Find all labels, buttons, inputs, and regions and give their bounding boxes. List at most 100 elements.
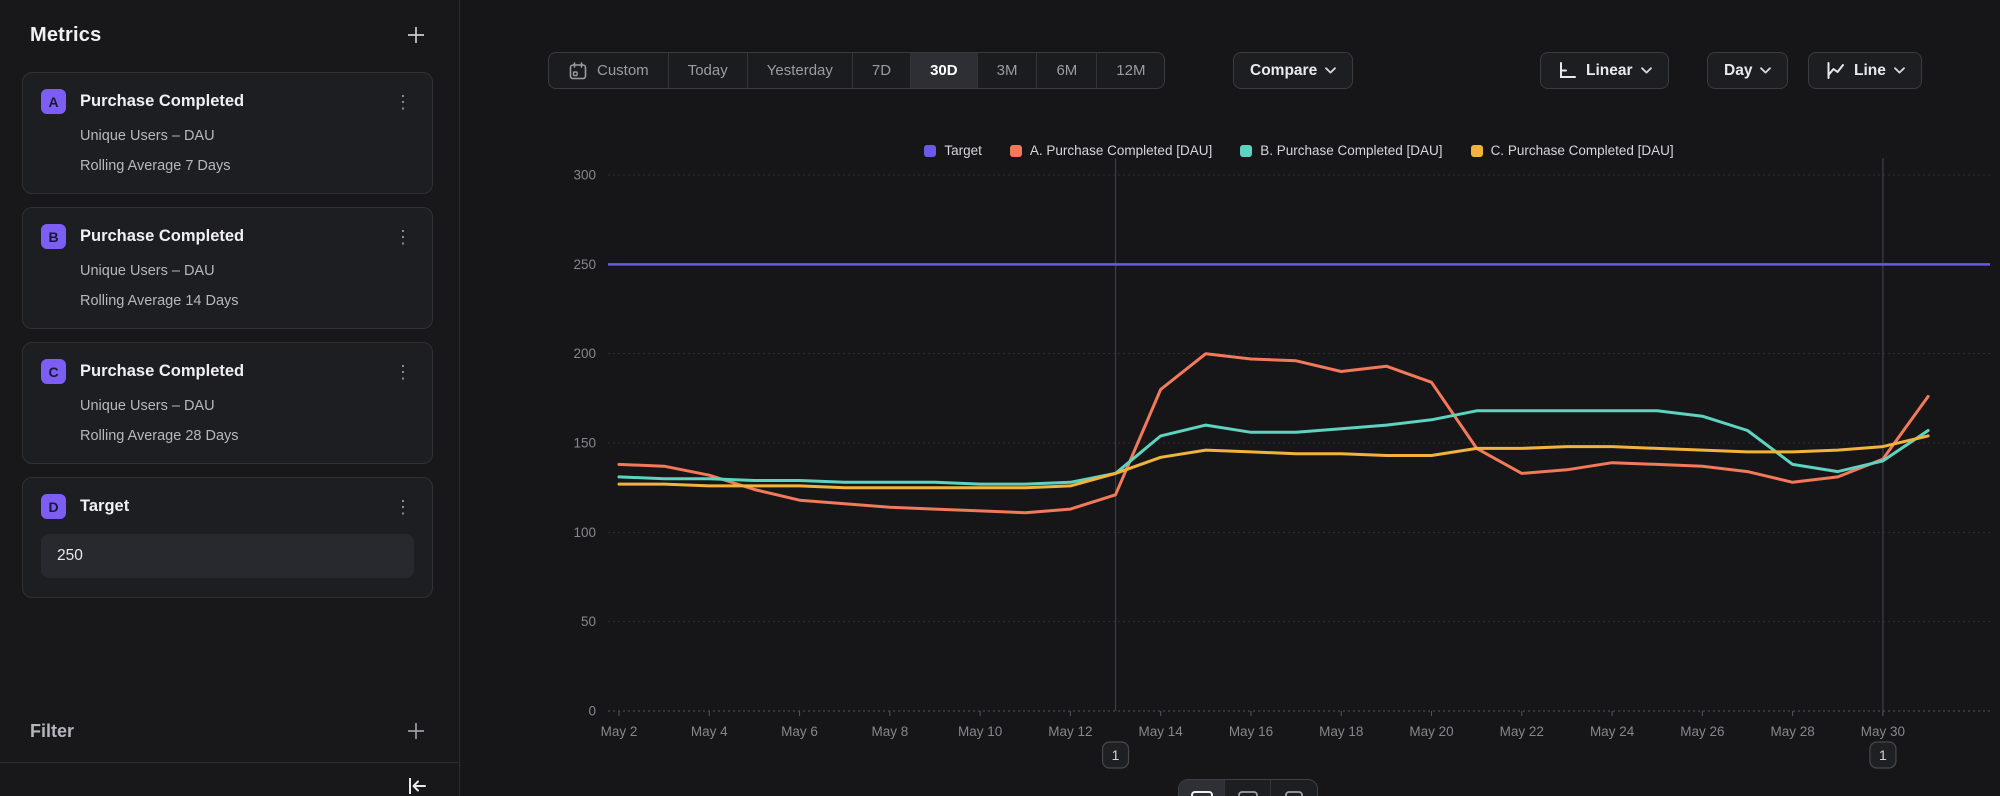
chevron-down-icon xyxy=(1894,67,1905,74)
chart-panel: Custom Today Yesterday 7D 30D 3M 6M 12M Compare… xyxy=(460,0,2000,796)
metric-card-header: A Purchase Completed ⋮ xyxy=(41,89,414,114)
compare-label: Compare xyxy=(1250,62,1317,80)
metric-options-button[interactable]: ⋮ xyxy=(392,365,414,379)
annotation-badge-may-13[interactable]: 1 xyxy=(1103,742,1129,768)
x-axis-label: May 30 xyxy=(1861,724,1905,739)
chart-view-toggle xyxy=(1178,779,1318,796)
date-range-label: 12M xyxy=(1116,62,1145,79)
annotation-badge-label: 1 xyxy=(1112,747,1120,763)
calendar-icon xyxy=(568,61,588,81)
date-range-label: Custom xyxy=(597,62,649,79)
series-line-b xyxy=(619,411,1928,484)
x-axis-label: May 26 xyxy=(1680,724,1724,739)
metric-card-header: C Purchase Completed ⋮ xyxy=(41,359,414,384)
kebab-icon: ⋮ xyxy=(394,497,412,517)
sidebar-title: Metrics xyxy=(30,24,101,47)
annotation-badge-label: 1 xyxy=(1879,747,1887,763)
x-axis-label: May 4 xyxy=(691,724,728,739)
target-value-input[interactable] xyxy=(41,534,414,578)
add-filter-button[interactable] xyxy=(403,718,429,744)
filter-section: Filter xyxy=(0,708,459,762)
chevron-down-icon xyxy=(1760,67,1771,74)
chart-type-button[interactable]: Line xyxy=(1808,52,1922,89)
date-range-label: Yesterday xyxy=(767,62,833,79)
sidebar-header: Metrics xyxy=(0,0,459,72)
x-axis-label: May 24 xyxy=(1590,724,1635,739)
metric-card-b[interactable]: BPurchase Completed⋮Unique Users – DAURo… xyxy=(22,207,433,329)
sidebar-footer xyxy=(0,762,459,796)
metric-badge: C xyxy=(41,359,66,384)
metric-card-header: B Purchase Completed ⋮ xyxy=(41,224,414,249)
view-toggle-table[interactable] xyxy=(1225,780,1271,796)
metric-measure: Unique Users – DAU xyxy=(80,398,414,414)
date-range-label: Today xyxy=(688,62,728,79)
metric-options-button[interactable]: ⋮ xyxy=(392,500,414,514)
plus-icon xyxy=(405,24,427,46)
kebab-icon: ⋮ xyxy=(394,362,412,382)
view-toggle-table-icon xyxy=(1236,790,1260,796)
metric-badge: A xyxy=(41,89,66,114)
metric-card-list: A Purchase Completed ⋮ Unique Users – DAU Ro… xyxy=(0,72,459,598)
date-range-label: 30D xyxy=(930,62,958,79)
kebab-icon: ⋮ xyxy=(394,92,412,112)
y-axis-label: 0 xyxy=(588,704,596,719)
metric-card-a[interactable]: A Purchase Completed ⋮ Unique Users – DAU Ro… xyxy=(22,72,433,194)
date-range-picker: Custom Today Yesterday 7D 30D 3M 6M 12M xyxy=(548,52,1165,89)
date-range-7d[interactable]: 7D xyxy=(853,53,911,88)
interval-selector-button[interactable]: Day xyxy=(1707,52,1788,89)
date-range-label: 6M xyxy=(1056,62,1077,79)
chevron-down-icon xyxy=(1325,67,1336,74)
y-axis-label: 300 xyxy=(573,168,596,183)
x-axis-label: May 6 xyxy=(781,724,818,739)
x-axis-label: May 28 xyxy=(1770,724,1814,739)
y-axis-label: 200 xyxy=(573,346,596,361)
date-range-30d[interactable]: 30D xyxy=(911,53,978,88)
annotation-badge-may-30[interactable]: 1 xyxy=(1870,742,1896,768)
plus-icon xyxy=(405,720,427,742)
add-metric-button[interactable] xyxy=(403,22,429,48)
metric-rolling-average: Rolling Average 14 Days xyxy=(80,293,414,309)
scale-label: Linear xyxy=(1586,62,1633,80)
metric-rolling-average: Rolling Average 7 Days xyxy=(80,158,414,174)
metric-badge: B xyxy=(41,224,66,249)
y-axis-label: 150 xyxy=(573,436,596,451)
metrics-sidebar: Metrics A Purchase Completed ⋮ Unique Users… xyxy=(0,0,460,796)
date-range-12m[interactable]: 12M xyxy=(1097,53,1164,88)
x-axis-label: May 22 xyxy=(1500,724,1544,739)
metric-card-c[interactable]: CPurchase Completed⋮Unique Users – DAURo… xyxy=(22,342,433,464)
metric-title: Purchase Completed xyxy=(80,92,378,111)
kebab-icon: ⋮ xyxy=(394,227,412,247)
x-axis-label: May 20 xyxy=(1409,724,1453,739)
date-range-yesterday[interactable]: Yesterday xyxy=(748,53,853,88)
view-toggle-both[interactable] xyxy=(1271,780,1317,796)
metric-title: Purchase Completed xyxy=(80,227,378,246)
date-range-3m[interactable]: 3M xyxy=(978,53,1038,88)
scale-selector-button[interactable]: Linear xyxy=(1540,52,1669,89)
date-range-label: 7D xyxy=(872,62,891,79)
view-toggle-chart[interactable] xyxy=(1179,780,1225,796)
metric-measure: Unique Users – DAU xyxy=(80,128,414,144)
metric-options-button[interactable]: ⋮ xyxy=(392,230,414,244)
line-chart-icon xyxy=(1825,60,1846,81)
y-axis-label: 50 xyxy=(581,614,596,629)
metric-title: Target xyxy=(80,497,378,516)
metric-title: Purchase Completed xyxy=(80,362,378,381)
metric-options-button[interactable]: ⋮ xyxy=(392,95,414,109)
view-toggle-chart-icon xyxy=(1190,790,1214,796)
x-axis-label: May 8 xyxy=(871,724,908,739)
date-range-6m[interactable]: 6M xyxy=(1037,53,1097,88)
metric-card-header: D Target ⋮ xyxy=(41,494,414,519)
metric-badge: D xyxy=(41,494,66,519)
collapse-sidebar-button[interactable] xyxy=(403,776,431,796)
date-range-custom[interactable]: Custom xyxy=(549,53,669,88)
x-axis-label: May 2 xyxy=(601,724,638,739)
chart-type-label: Line xyxy=(1854,62,1886,80)
x-axis-label: May 10 xyxy=(958,724,1002,739)
interval-label: Day xyxy=(1724,62,1752,80)
metric-card-d[interactable]: D Target ⋮ xyxy=(22,477,433,598)
date-range-today[interactable]: Today xyxy=(669,53,748,88)
compare-button[interactable]: Compare xyxy=(1233,52,1353,89)
line-chart[interactable]: 05010015020025030011May 2May 4May 6May 8… xyxy=(460,130,2000,796)
linear-axis-icon xyxy=(1557,60,1578,81)
x-axis-label: May 12 xyxy=(1048,724,1092,739)
